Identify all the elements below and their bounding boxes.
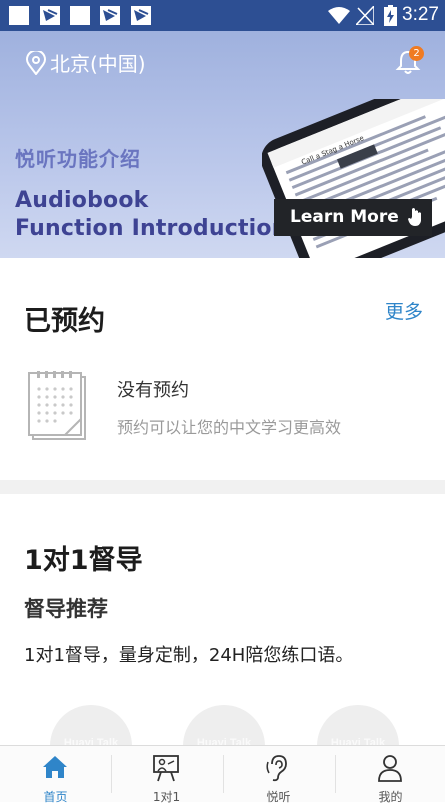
- notification-app-icon: [9, 6, 29, 25]
- nav-item-home[interactable]: 首页: [0, 746, 111, 804]
- wifi-icon: [328, 7, 350, 24]
- banner-title-en-line2: Function Introduction: [15, 216, 288, 241]
- nav-item-one-on-one[interactable]: 1对1: [111, 746, 222, 804]
- presentation-icon: [153, 755, 179, 782]
- learn-more-button[interactable]: Learn More: [274, 199, 432, 236]
- ear-icon: [266, 755, 287, 782]
- nav-label-profile: 我的: [378, 790, 403, 804]
- battery-icon: [384, 5, 397, 26]
- pointer-hand-icon: [408, 208, 421, 226]
- notification-bird-icon: [40, 6, 60, 25]
- empty-reservations-title: 没有预约: [117, 380, 189, 401]
- notification-bird-icon: [131, 6, 151, 25]
- feature-banner[interactable]: 北京(中国) 2 悦听功能介绍 Audiobook Function Intro…: [0, 31, 445, 258]
- nav-label-audiobook: 悦听: [266, 790, 291, 804]
- empty-reservations-subtitle: 预约可以让您的中文学习更高效: [117, 418, 342, 437]
- bottom-nav: 首页 1对1 悦听 我的: [0, 745, 445, 804]
- notification-app-icon: [70, 6, 90, 25]
- home-icon: [43, 756, 67, 778]
- status-bar: 3:27: [0, 0, 445, 31]
- nav-label-one-on-one: 1对1: [152, 790, 181, 804]
- notification-badge: 2: [409, 46, 424, 61]
- location-label[interactable]: 北京(中国): [50, 48, 146, 77]
- signal-icon: [356, 6, 374, 25]
- tutoring-title: 1对1督导: [24, 545, 143, 576]
- status-time: 3:27: [402, 4, 439, 25]
- nav-item-audiobook[interactable]: 悦听: [223, 746, 334, 804]
- nav-item-profile[interactable]: 我的: [335, 746, 445, 804]
- calendar-empty-icon: [28, 371, 86, 440]
- more-link[interactable]: 更多: [385, 297, 423, 324]
- nav-label-home: 首页: [43, 790, 68, 804]
- section-divider: [0, 480, 445, 494]
- tutoring-description: 1对1督导，量身定制，24H陪您练口语。: [24, 645, 354, 666]
- user-icon: [378, 755, 402, 782]
- tutoring-subtitle: 督导推荐: [24, 597, 108, 621]
- banner-title-cn: 悦听功能介绍: [15, 147, 141, 171]
- banner-title-en-line1: Audiobook: [15, 188, 149, 213]
- reservations-title: 已预约: [24, 306, 105, 337]
- learn-more-label: Learn More: [290, 207, 399, 227]
- notification-bird-icon: [100, 6, 120, 25]
- location-pin-icon[interactable]: [26, 51, 46, 75]
